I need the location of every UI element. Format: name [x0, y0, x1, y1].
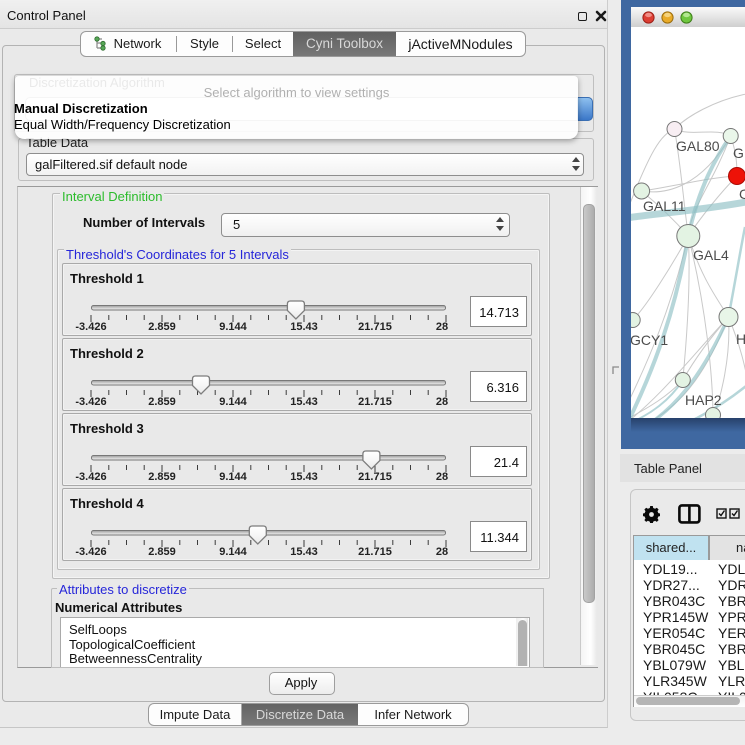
svg-text:GAL11: GAL11 — [643, 198, 686, 214]
svg-text:H: H — [736, 331, 745, 347]
svg-text:GAL80: GAL80 — [676, 138, 720, 154]
svg-text:HAP2: HAP2 — [685, 392, 722, 408]
svg-text:G.: G. — [733, 145, 745, 161]
svg-text:C: C — [739, 186, 745, 202]
svg-text:GAL4: GAL4 — [693, 247, 729, 263]
svg-text:GCY1: GCY1 — [631, 332, 668, 348]
